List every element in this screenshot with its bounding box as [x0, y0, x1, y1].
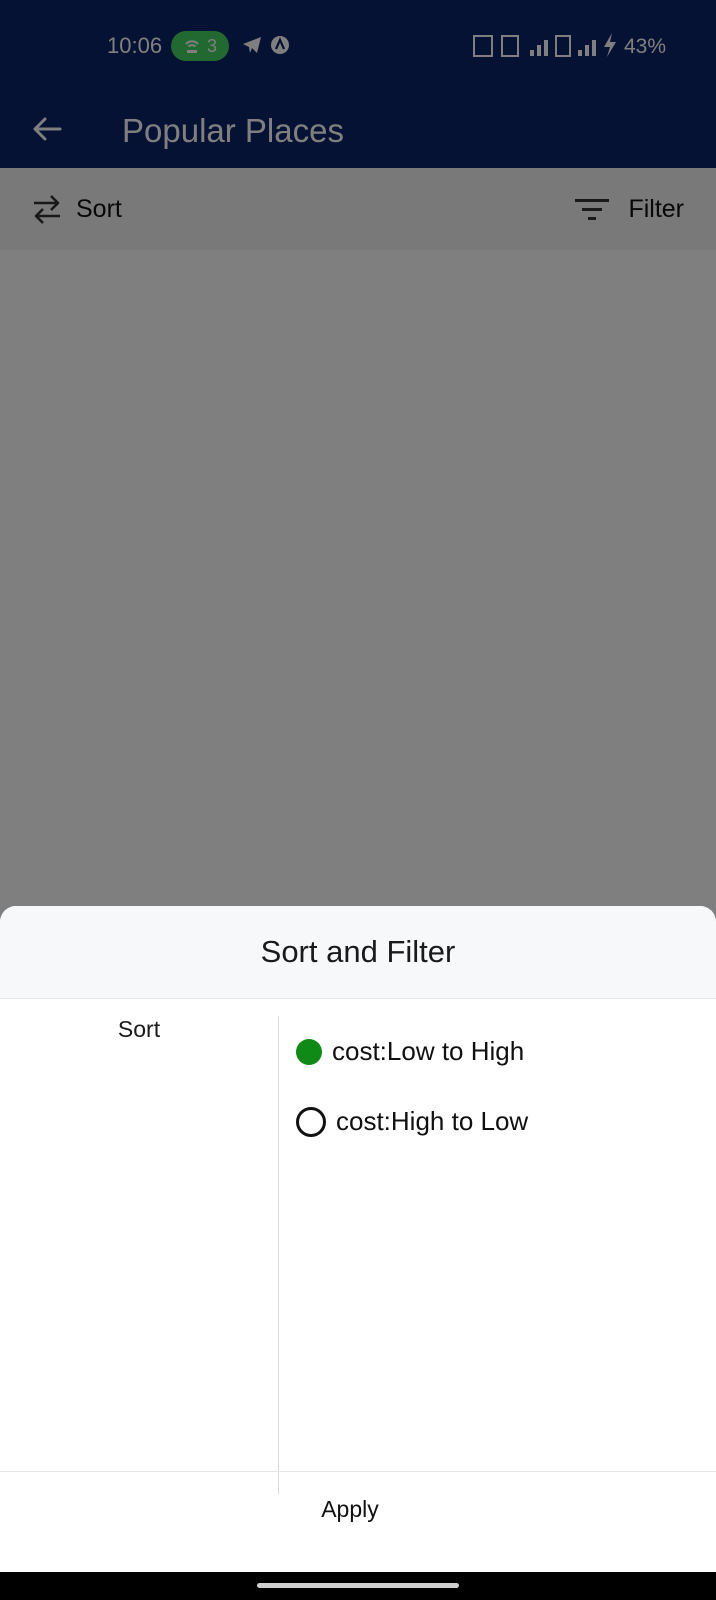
vertical-divider: [278, 1016, 279, 1494]
system-navigation-bar: [0, 1572, 716, 1600]
sort-option-high-to-low[interactable]: cost:High to Low: [296, 1106, 528, 1137]
sheet-title: Sort and Filter: [260, 934, 456, 969]
sort-option-label: cost:High to Low: [336, 1106, 529, 1136]
sheet-header: Sort and Filter: [0, 906, 716, 999]
sort-option-label: cost:Low to High: [332, 1036, 525, 1066]
sort-option-low-to-high[interactable]: cost:Low to High: [296, 1036, 524, 1067]
radio-unselected-icon[interactable]: [296, 1106, 326, 1137]
apply-button[interactable]: Apply: [0, 1472, 700, 1546]
home-indicator[interactable]: [257, 1583, 459, 1588]
sort-filter-sheet: Sort and Filter Sort cost:Low to High co…: [0, 906, 716, 1572]
sidebar-item-sort[interactable]: Sort: [0, 1016, 278, 1043]
radio-selected-icon[interactable]: [296, 1038, 322, 1065]
